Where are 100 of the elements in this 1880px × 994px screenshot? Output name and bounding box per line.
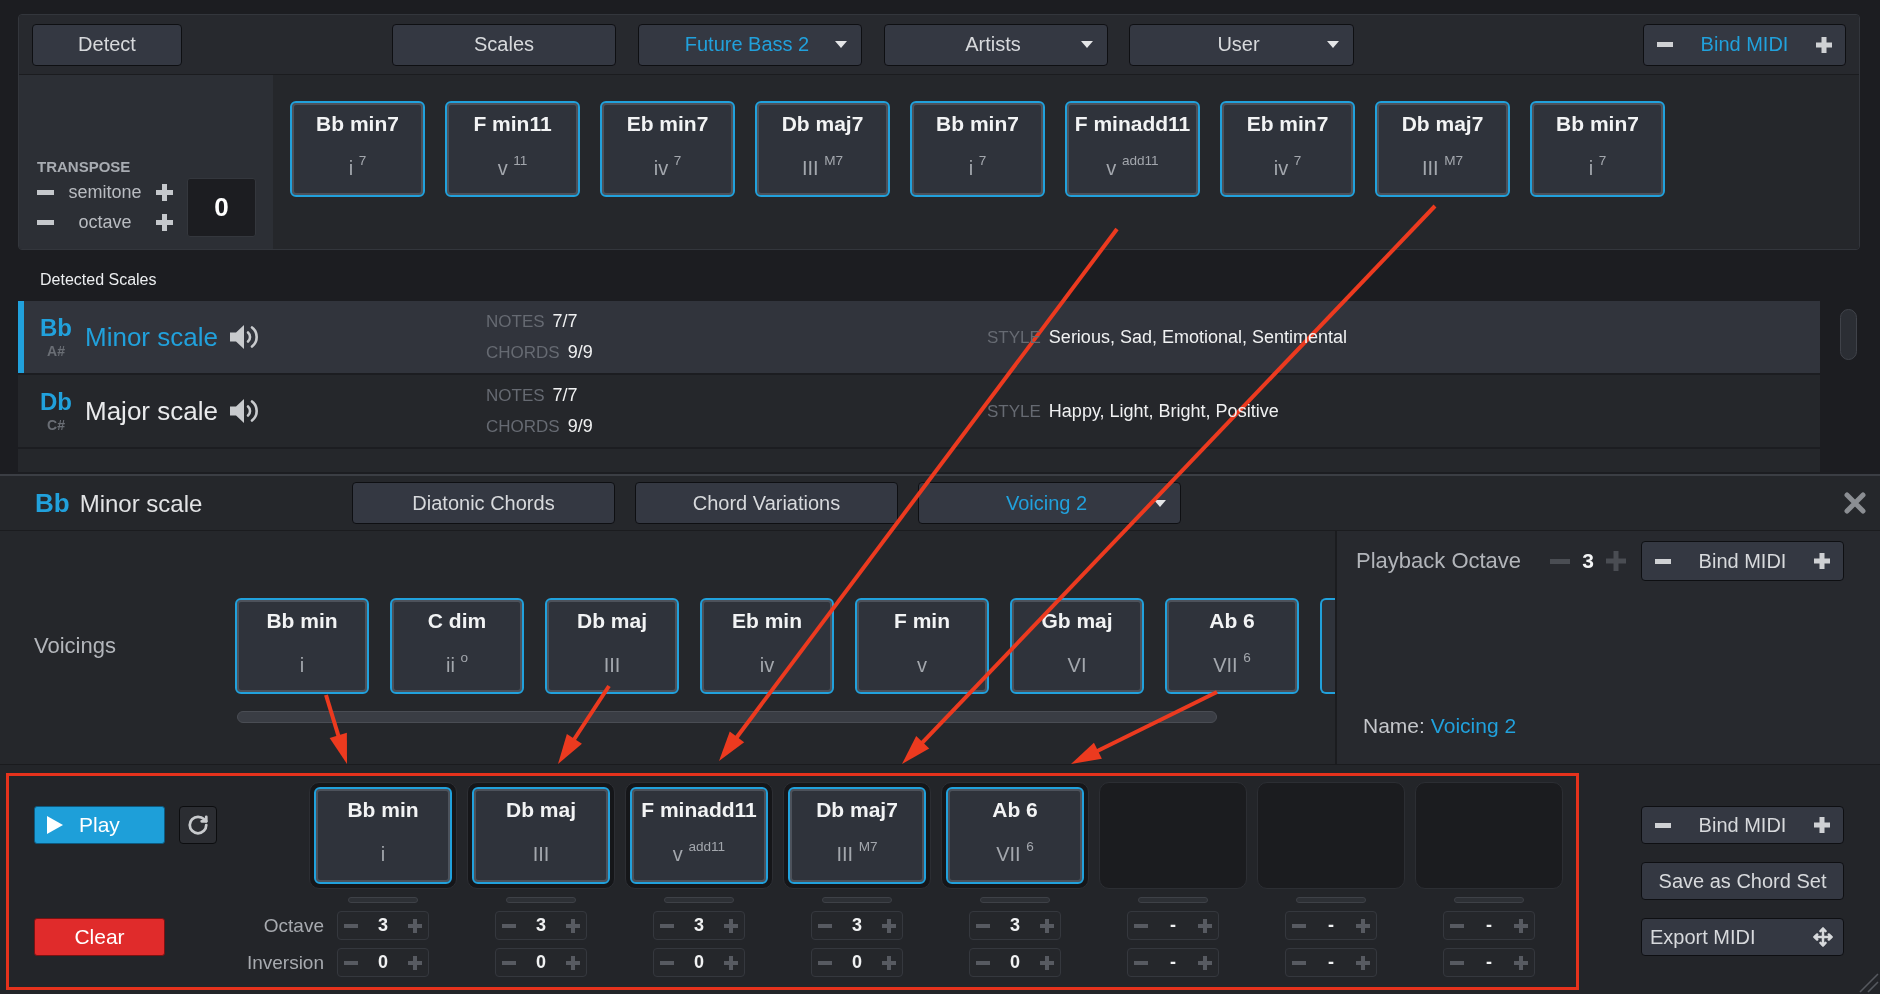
chord-card[interactable]: F min v [855,598,989,694]
roman-numeral: III [532,842,550,867]
chord-name: F minadd11 [1074,111,1191,137]
clear-button[interactable]: Clear [34,918,165,956]
dropdown-button[interactable]: User [1129,23,1354,66]
slot-handle-icon[interactable] [348,897,418,903]
name-label: Name: [1363,714,1425,738]
speaker-icon[interactable] [229,324,259,350]
tool-button[interactable]: Scales [392,23,616,66]
chord-card[interactable]: F minadd11 v $^{add11}$ [1065,101,1200,197]
export-midi-button[interactable]: Export MIDI [1641,918,1844,956]
slot-handle-icon[interactable] [1454,897,1524,903]
chord-name: Ab 6 [992,797,1038,823]
dropdown-button[interactable]: Artists [884,23,1108,66]
roman-numeral: ii $^{o}$ [446,652,468,678]
chord-card[interactable]: Eb min iv [700,598,834,694]
style-label: STYLE [987,400,1041,423]
transpose-step-label: semitone [68,181,142,203]
voicing-name[interactable]: Voicing 2 [1430,714,1517,738]
tool-button[interactable]: Diatonic Chords [352,482,615,524]
dropdown-button[interactable]: Voicing 2 [918,482,1181,524]
slot-handle-icon[interactable] [822,897,892,903]
roman-numeral: III $^{M7}$ [1421,155,1464,181]
roman-numeral: i $^{7}$ [1588,155,1607,181]
stepper-value: 0 [378,952,388,973]
stepper-value: 3 [852,915,862,936]
chord-card[interactable]: Db maj7 III $^{M7}$ [1375,101,1510,197]
minus-icon[interactable] [37,189,54,195]
chord-name: F min [894,608,950,634]
caret-icon [1154,499,1166,507]
bind-midi-button[interactable]: Bind MIDI [1641,806,1844,844]
slot-handle-icon[interactable] [1138,897,1208,903]
chord-name: Eb min7 [1246,111,1329,137]
scale-name: Major scale [85,395,218,427]
chord-name: Eb min7 [626,111,709,137]
transpose-step-label: octave [78,211,132,233]
bind-midi-button[interactable]: Bind MIDI [1641,541,1844,581]
plus-icon[interactable] [156,183,173,201]
chord-card[interactable]: C dim ii $^{o}$ [390,598,524,694]
close-icon[interactable] [1844,492,1866,514]
enharmonic-root: A# [47,343,65,359]
bind-midi-button[interactable]: Bind MIDI [1643,23,1846,66]
scrollbar-thumb[interactable] [1840,309,1857,360]
scale-root: Bb [35,487,70,519]
stepper-value: 3 [536,915,546,936]
slot-handle-icon[interactable] [1296,897,1366,903]
stepper-value: - [1328,952,1334,973]
stat-value: 7/7 [552,310,578,333]
dropdown-button[interactable]: Future Bass 2 [638,23,862,66]
plus-icon[interactable] [1814,553,1830,569]
chord-card[interactable]: Bb min i [235,598,369,694]
chord-card[interactable]: Bb min7 i $^{7}$ [1530,101,1665,197]
roman-numeral: III $^{M7}$ [801,155,844,181]
chord-name: Db maj [506,797,576,823]
save-chord-set-button[interactable]: Save as Chord Set [1641,862,1844,900]
caret-icon [1327,41,1339,48]
chord-card[interactable]: Bb min7 i $^{7}$ [910,101,1045,197]
slot-handle-icon[interactable] [980,897,1050,903]
partial-chord-card[interactable] [1320,598,1335,694]
chord-name: Bb min7 [1556,111,1639,137]
stat-label: CHORDS [486,416,560,438]
stepper-value: 3 [1010,915,1020,936]
chord-name: Db maj7 [781,111,864,137]
tool-button[interactable]: Detect [32,23,182,66]
stepper-value: - [1486,915,1492,936]
chord-card[interactable]: Db maj III [545,598,679,694]
chord-card[interactable]: Gb maj VI [1010,598,1144,694]
scale-root: Bb [40,315,72,341]
transpose-title: TRANSPOSE [37,157,131,177]
plus-icon[interactable] [1816,36,1832,53]
chord-name: Bb min7 [316,111,399,137]
scrollbar-thumb[interactable] [237,711,1217,723]
chord-name: Bb min [266,608,338,634]
chord-name: Bb min7 [936,111,1019,137]
chord-card[interactable]: Eb min7 iv $^{7}$ [600,101,735,197]
roman-numeral: i $^{7}$ [968,155,987,181]
chord-card[interactable]: F min11 v $^{11}$ [445,101,580,197]
transpose-value-field[interactable]: 0 [187,178,256,237]
roman-numeral: VII $^{6}$ [996,841,1034,867]
minus-icon[interactable] [37,219,54,225]
tool-button[interactable]: Chord Variations [635,482,898,524]
refresh-button[interactable] [179,806,217,844]
playback-octave-label: Playback Octave [1356,548,1522,574]
minus-icon[interactable] [1655,822,1671,828]
chord-card[interactable]: Ab 6 VII $^{6}$ [1165,598,1299,694]
slot-handle-icon[interactable] [506,897,576,903]
plus-icon[interactable] [156,213,173,231]
chord-card[interactable]: Bb min7 i $^{7}$ [290,101,425,197]
slot-handle-icon[interactable] [664,897,734,903]
plus-icon[interactable] [1814,817,1830,833]
roman-numeral: i [380,842,386,867]
minus-icon[interactable] [1655,558,1671,564]
chord-card[interactable]: Eb min7 iv $^{7}$ [1220,101,1355,197]
chord-name: Db maj [577,608,647,634]
octave-label: Octave [263,914,324,937]
speaker-icon[interactable] [229,398,259,424]
stepper-value: - [1170,915,1176,936]
chord-card[interactable]: Db maj7 III $^{M7}$ [755,101,890,197]
stepper-value: 0 [1010,952,1020,973]
octave-value: 3 [1582,549,1594,573]
